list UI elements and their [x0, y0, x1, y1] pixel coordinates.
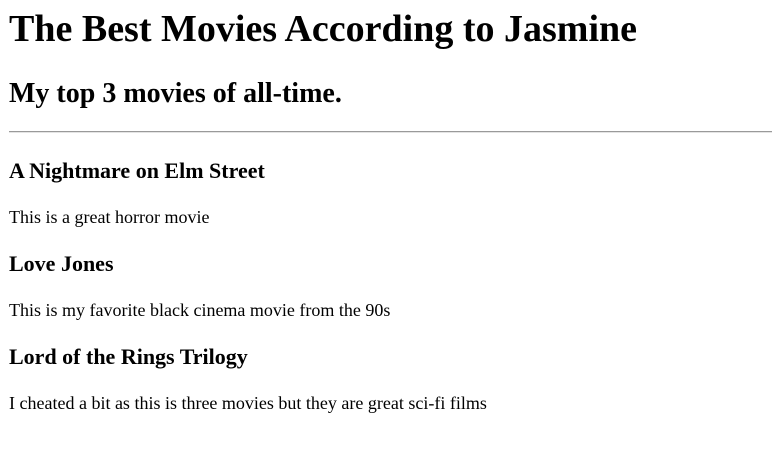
movie-description: This is my favorite black cinema movie f… — [9, 300, 391, 320]
page: The Best Movies According to Jasmine My … — [0, 0, 773, 465]
movie-title: A Nightmare on Elm Street — [9, 158, 265, 183]
page-subtitle: My top 3 movies of all-time. — [9, 78, 342, 109]
movie-title: Lord of the Rings Trilogy — [9, 344, 248, 369]
movie-title: Love Jones — [9, 251, 114, 276]
movie-description: I cheated a bit as this is three movies … — [9, 393, 487, 413]
page-title: The Best Movies According to Jasmine — [9, 8, 638, 50]
divider — [9, 131, 772, 133]
movie-description: This is a great horror movie — [9, 207, 210, 227]
